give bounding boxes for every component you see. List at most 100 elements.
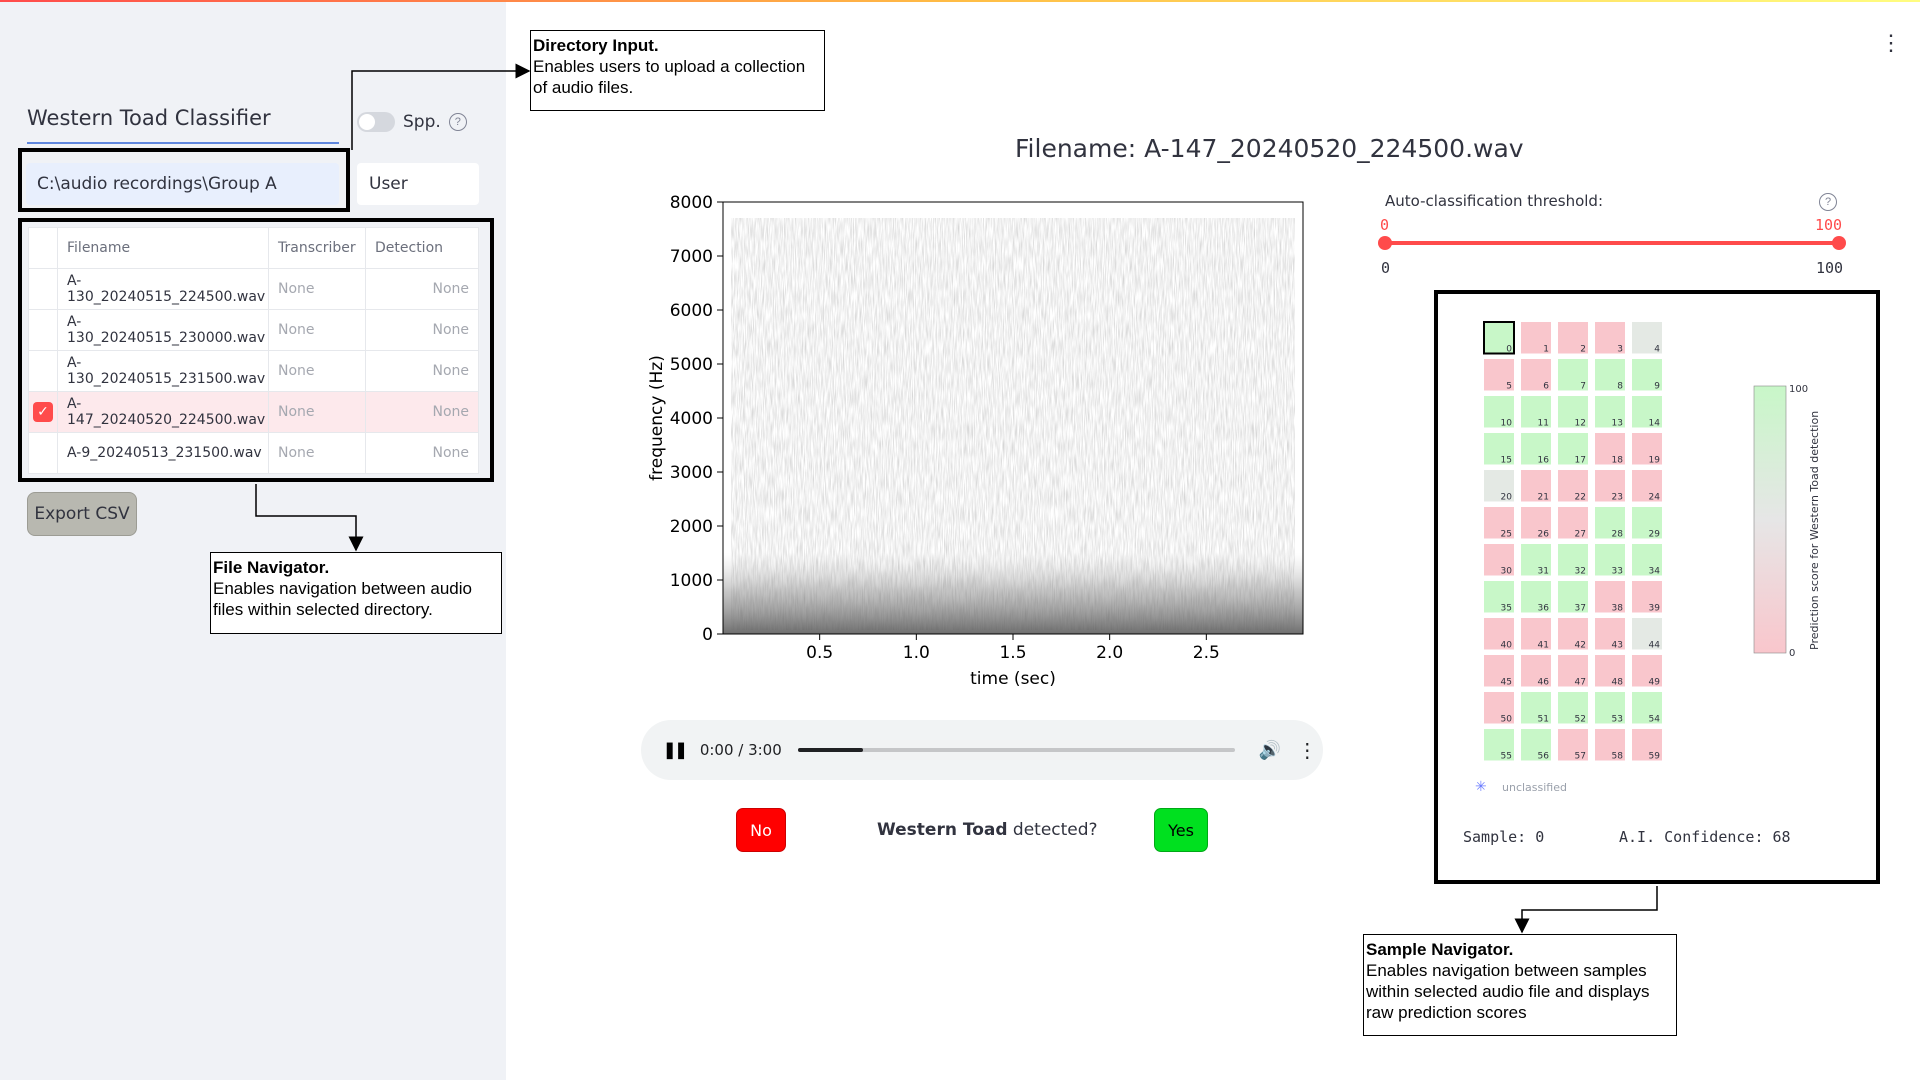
audio-more-icon[interactable]: ⋮ [1297,738,1317,763]
threshold-help-icon[interactable]: ? [1819,193,1837,211]
sample-cell-label: 56 [1538,752,1550,762]
threshold-high-thumb[interactable] [1832,236,1846,250]
y-tick-label: 5000 [670,355,713,375]
sample-cell-label: 17 [1575,456,1586,466]
threshold-label: Auto-classification threshold: [1385,192,1604,210]
sample-cell-label: 3 [1617,345,1623,355]
y-tick-label: 0 [702,625,713,645]
sample-index-text: Sample: 0 [1463,828,1545,846]
spectrogram-plot-area: 0.5 1.0 1.5 2.0 2.5 0 1000 2000 3000 4000 5000 6000… [647,193,1304,689]
sample-cell-label: 58 [1612,752,1624,762]
sample-cell-label: 48 [1612,678,1624,688]
y-tick-label: 1000 [670,571,713,591]
sample-cell-label: 52 [1575,715,1586,725]
sample-cell-label: 7 [1580,382,1586,392]
colorbar [1753,385,1787,654]
sample-cell-label: 27 [1575,530,1586,540]
sample-cell-label: 12 [1575,419,1586,429]
sample-cell-label: 40 [1501,641,1513,651]
no-button[interactable]: No [736,808,786,852]
sample-cell-label: 2 [1580,345,1586,355]
sample-cell-label: 44 [1649,641,1661,651]
threshold-low-thumb[interactable] [1378,236,1392,250]
sample-cell-label: 8 [1617,382,1623,392]
pause-icon[interactable]: ❚❚ [663,740,688,760]
sample-cell-label: 35 [1501,604,1512,614]
question-species: Western Toad [877,820,1008,840]
threshold-max-tick: 100 [1816,259,1844,277]
file-navigator-connector [255,484,364,552]
sample-cell-label: 24 [1649,493,1661,503]
sample-cell-label: 50 [1501,715,1513,725]
spectrogram-chart: 0.5 1.0 1.5 2.0 2.5 0 1000 2000 3000 4000 5000 6000… [647,193,1304,689]
sample-cell-label: 59 [1649,752,1661,762]
sample-cell-label: 15 [1501,456,1512,466]
sample-cell-label: 0 [1506,345,1512,355]
x-axis-label: time (sec) [970,669,1056,689]
sample-cell-label: 19 [1649,456,1661,466]
sample-cell-label: 9 [1654,382,1660,392]
sample-cell-label: 1 [1543,345,1549,355]
ai-confidence-text: A.I. Confidence: 68 [1619,828,1791,846]
audio-progress-track[interactable] [797,748,1235,752]
sample-cell-label: 42 [1575,641,1586,651]
sample-cell-label: 10 [1501,419,1513,429]
sample-cell-label: 14 [1649,419,1661,429]
sample-cell-label: 28 [1612,530,1624,540]
y-tick-label: 4000 [670,409,713,429]
question-rest: detected? [1007,820,1098,840]
sample-cell-label: 11 [1538,419,1549,429]
sample-cell-label: 16 [1538,456,1550,466]
audio-time: 0:00 / 3:00 [699,741,782,759]
sample-cell-label: 49 [1649,678,1661,688]
sample-cell-label: 22 [1575,493,1586,503]
sample-cell-label: 36 [1538,604,1550,614]
sample-cell-label: 41 [1538,641,1549,651]
sample-cell-label: 38 [1612,604,1624,614]
x-tick-label: 1.5 [999,643,1026,663]
threshold-slider-track[interactable] [1385,241,1837,245]
sample-cell-label: 33 [1612,567,1623,577]
sample-cell-label: 54 [1649,715,1661,725]
threshold-low-value: 0 [1380,216,1390,234]
unclassified-icon: ✳ [1475,778,1487,794]
sample-cell-label: 5 [1506,382,1512,392]
audio-progress-fill [797,748,864,752]
sample-cell-label: 45 [1501,678,1512,688]
sample-cell-label: 32 [1575,567,1586,577]
directory-connector [351,63,531,150]
sample-cell-label: 39 [1649,604,1661,614]
sample-navigator-connector [1514,886,1658,934]
sample-cell-label: 46 [1538,678,1550,688]
sample-cell-label: 30 [1501,567,1513,577]
sample-cell-label: 26 [1538,530,1550,540]
x-tick-label: 1.0 [903,643,930,663]
y-tick-label: 3000 [670,463,713,483]
yes-button[interactable]: Yes [1154,808,1208,852]
sample-cell-label: 13 [1612,419,1623,429]
sample-cell-label: 57 [1575,752,1586,762]
sample-cell-label: 37 [1575,604,1586,614]
spectrogram-low-band [723,553,1303,634]
sample-cell-label: 18 [1612,456,1624,466]
sample-grid: 0 1 2 3 45 6 7 8 910 11 12 13 1415 16 17 18 1920 21 22 23 24… [1475,321,1821,794]
threshold-high-value: 100 [1815,216,1843,234]
sample-cell-label: 20 [1501,493,1513,503]
sample-grid-cells: 0 1 2 3 45 6 7 8 910 11 12 13 1415 16 17 18 1920 21 22 23 24… [1483,321,1662,762]
sample-cell-label: 25 [1501,530,1512,540]
sample-cell-label: 4 [1654,345,1660,355]
audio-player[interactable]: ❚❚ 0:00 / 3:00 🔊 ⋮ [641,720,1323,780]
filename-title: Filename: A-147_20240520_224500.wav [1015,134,1524,163]
colorbar-max: 100 [1789,384,1808,395]
sample-cell-label: 43 [1612,641,1623,651]
y-tick-label: 6000 [670,301,713,321]
y-tick-label: 2000 [670,517,713,537]
main-menu-icon[interactable]: ⋮ [1880,30,1902,56]
volume-icon[interactable]: 🔊 [1259,740,1281,761]
colorbar-label: Prediction score for Western Toad detect… [1808,411,1821,650]
sample-cell-label: 23 [1612,493,1623,503]
x-tick-label: 0.5 [806,643,833,663]
y-tick-label: 7000 [670,247,713,267]
sample-cell-label: 29 [1649,530,1661,540]
threshold-min-tick: 0 [1381,259,1391,277]
